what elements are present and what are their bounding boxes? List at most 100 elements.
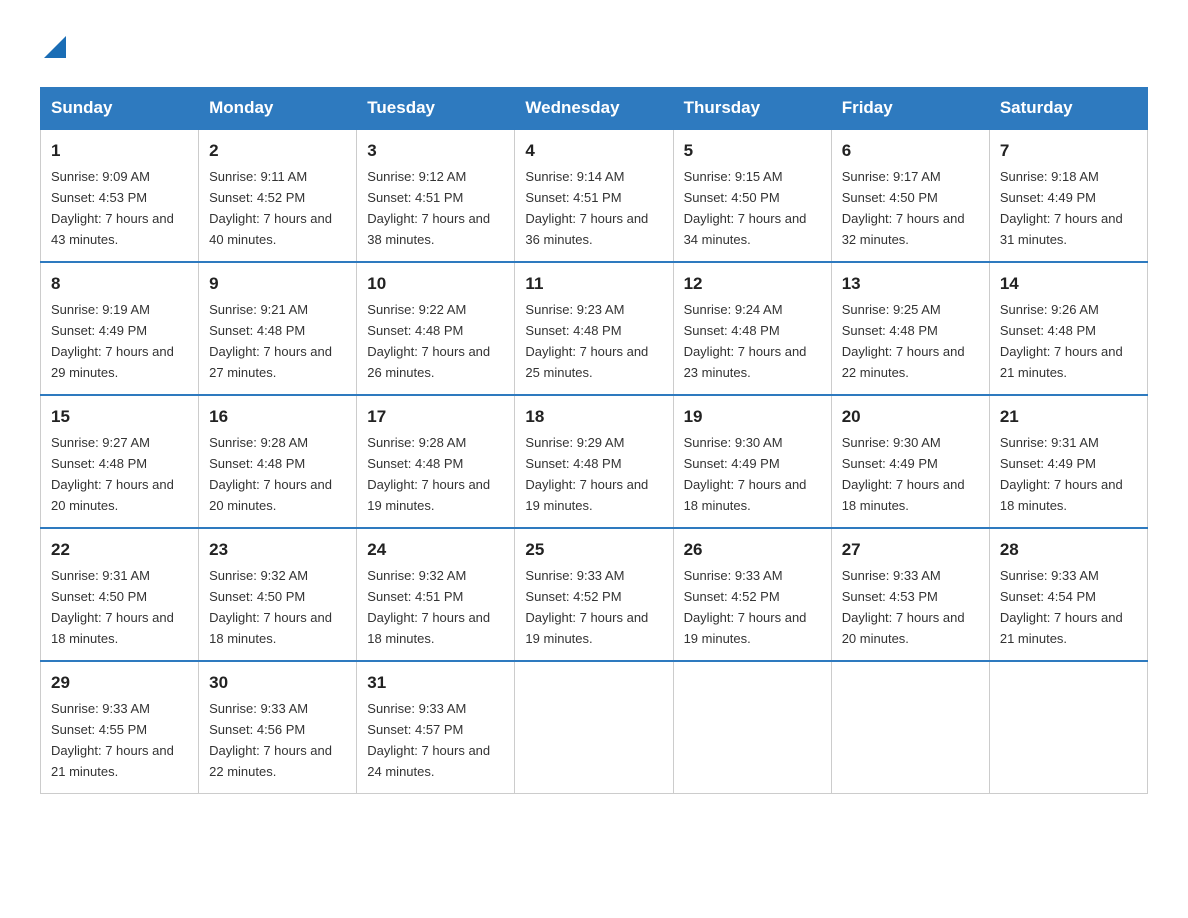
calendar-cell: 12 Sunrise: 9:24 AM Sunset: 4:48 PM Dayl…: [673, 262, 831, 395]
calendar-cell: 11 Sunrise: 9:23 AM Sunset: 4:48 PM Dayl…: [515, 262, 673, 395]
week-row-4: 22 Sunrise: 9:31 AM Sunset: 4:50 PM Dayl…: [41, 528, 1148, 661]
day-number: 25: [525, 537, 662, 563]
day-number: 20: [842, 404, 979, 430]
day-number: 29: [51, 670, 188, 696]
day-info: Sunrise: 9:31 AM Sunset: 4:50 PM Dayligh…: [51, 568, 174, 646]
weekday-header-thursday: Thursday: [673, 87, 831, 129]
day-info: Sunrise: 9:15 AM Sunset: 4:50 PM Dayligh…: [684, 169, 807, 247]
day-number: 3: [367, 138, 504, 164]
day-info: Sunrise: 9:31 AM Sunset: 4:49 PM Dayligh…: [1000, 435, 1123, 513]
day-info: Sunrise: 9:28 AM Sunset: 4:48 PM Dayligh…: [209, 435, 332, 513]
day-number: 2: [209, 138, 346, 164]
day-info: Sunrise: 9:30 AM Sunset: 4:49 PM Dayligh…: [842, 435, 965, 513]
day-info: Sunrise: 9:33 AM Sunset: 4:54 PM Dayligh…: [1000, 568, 1123, 646]
day-info: Sunrise: 9:33 AM Sunset: 4:53 PM Dayligh…: [842, 568, 965, 646]
calendar-cell: 21 Sunrise: 9:31 AM Sunset: 4:49 PM Dayl…: [989, 395, 1147, 528]
day-number: 26: [684, 537, 821, 563]
day-number: 31: [367, 670, 504, 696]
calendar-cell: [831, 661, 989, 794]
calendar-cell: 19 Sunrise: 9:30 AM Sunset: 4:49 PM Dayl…: [673, 395, 831, 528]
calendar-cell: 3 Sunrise: 9:12 AM Sunset: 4:51 PM Dayli…: [357, 129, 515, 262]
weekday-header-saturday: Saturday: [989, 87, 1147, 129]
calendar-cell: [673, 661, 831, 794]
day-number: 8: [51, 271, 188, 297]
calendar-cell: 13 Sunrise: 9:25 AM Sunset: 4:48 PM Dayl…: [831, 262, 989, 395]
calendar-cell: [989, 661, 1147, 794]
day-number: 28: [1000, 537, 1137, 563]
day-info: Sunrise: 9:21 AM Sunset: 4:48 PM Dayligh…: [209, 302, 332, 380]
day-info: Sunrise: 9:32 AM Sunset: 4:50 PM Dayligh…: [209, 568, 332, 646]
day-info: Sunrise: 9:19 AM Sunset: 4:49 PM Dayligh…: [51, 302, 174, 380]
calendar-cell: 30 Sunrise: 9:33 AM Sunset: 4:56 PM Dayl…: [199, 661, 357, 794]
weekday-header-sunday: Sunday: [41, 87, 199, 129]
day-number: 17: [367, 404, 504, 430]
day-number: 4: [525, 138, 662, 164]
day-info: Sunrise: 9:33 AM Sunset: 4:52 PM Dayligh…: [525, 568, 648, 646]
calendar-cell: [515, 661, 673, 794]
week-row-3: 15 Sunrise: 9:27 AM Sunset: 4:48 PM Dayl…: [41, 395, 1148, 528]
day-info: Sunrise: 9:14 AM Sunset: 4:51 PM Dayligh…: [525, 169, 648, 247]
calendar-cell: 17 Sunrise: 9:28 AM Sunset: 4:48 PM Dayl…: [357, 395, 515, 528]
day-info: Sunrise: 9:25 AM Sunset: 4:48 PM Dayligh…: [842, 302, 965, 380]
logo-triangle-icon: [44, 36, 66, 58]
calendar-cell: 1 Sunrise: 9:09 AM Sunset: 4:53 PM Dayli…: [41, 129, 199, 262]
week-row-2: 8 Sunrise: 9:19 AM Sunset: 4:49 PM Dayli…: [41, 262, 1148, 395]
calendar-table: SundayMondayTuesdayWednesdayThursdayFrid…: [40, 87, 1148, 794]
day-number: 23: [209, 537, 346, 563]
day-number: 27: [842, 537, 979, 563]
day-info: Sunrise: 9:22 AM Sunset: 4:48 PM Dayligh…: [367, 302, 490, 380]
week-row-1: 1 Sunrise: 9:09 AM Sunset: 4:53 PM Dayli…: [41, 129, 1148, 262]
day-info: Sunrise: 9:18 AM Sunset: 4:49 PM Dayligh…: [1000, 169, 1123, 247]
calendar-cell: 28 Sunrise: 9:33 AM Sunset: 4:54 PM Dayl…: [989, 528, 1147, 661]
weekday-header-wednesday: Wednesday: [515, 87, 673, 129]
day-number: 21: [1000, 404, 1137, 430]
calendar-cell: 7 Sunrise: 9:18 AM Sunset: 4:49 PM Dayli…: [989, 129, 1147, 262]
day-number: 9: [209, 271, 346, 297]
day-number: 24: [367, 537, 504, 563]
day-info: Sunrise: 9:33 AM Sunset: 4:57 PM Dayligh…: [367, 701, 490, 779]
day-number: 18: [525, 404, 662, 430]
day-info: Sunrise: 9:17 AM Sunset: 4:50 PM Dayligh…: [842, 169, 965, 247]
page-header: [40, 30, 1148, 63]
calendar-cell: 14 Sunrise: 9:26 AM Sunset: 4:48 PM Dayl…: [989, 262, 1147, 395]
weekday-header-row: SundayMondayTuesdayWednesdayThursdayFrid…: [41, 87, 1148, 129]
day-info: Sunrise: 9:27 AM Sunset: 4:48 PM Dayligh…: [51, 435, 174, 513]
week-row-5: 29 Sunrise: 9:33 AM Sunset: 4:55 PM Dayl…: [41, 661, 1148, 794]
calendar-cell: 22 Sunrise: 9:31 AM Sunset: 4:50 PM Dayl…: [41, 528, 199, 661]
calendar-cell: 15 Sunrise: 9:27 AM Sunset: 4:48 PM Dayl…: [41, 395, 199, 528]
day-info: Sunrise: 9:30 AM Sunset: 4:49 PM Dayligh…: [684, 435, 807, 513]
calendar-cell: 4 Sunrise: 9:14 AM Sunset: 4:51 PM Dayli…: [515, 129, 673, 262]
day-info: Sunrise: 9:29 AM Sunset: 4:48 PM Dayligh…: [525, 435, 648, 513]
calendar-cell: 31 Sunrise: 9:33 AM Sunset: 4:57 PM Dayl…: [357, 661, 515, 794]
weekday-header-monday: Monday: [199, 87, 357, 129]
day-number: 30: [209, 670, 346, 696]
day-info: Sunrise: 9:12 AM Sunset: 4:51 PM Dayligh…: [367, 169, 490, 247]
day-info: Sunrise: 9:26 AM Sunset: 4:48 PM Dayligh…: [1000, 302, 1123, 380]
weekday-header-friday: Friday: [831, 87, 989, 129]
day-info: Sunrise: 9:33 AM Sunset: 4:55 PM Dayligh…: [51, 701, 174, 779]
calendar-cell: 27 Sunrise: 9:33 AM Sunset: 4:53 PM Dayl…: [831, 528, 989, 661]
calendar-cell: 29 Sunrise: 9:33 AM Sunset: 4:55 PM Dayl…: [41, 661, 199, 794]
calendar-cell: 16 Sunrise: 9:28 AM Sunset: 4:48 PM Dayl…: [199, 395, 357, 528]
day-number: 1: [51, 138, 188, 164]
day-number: 6: [842, 138, 979, 164]
day-number: 19: [684, 404, 821, 430]
calendar-cell: 6 Sunrise: 9:17 AM Sunset: 4:50 PM Dayli…: [831, 129, 989, 262]
day-number: 12: [684, 271, 821, 297]
day-info: Sunrise: 9:32 AM Sunset: 4:51 PM Dayligh…: [367, 568, 490, 646]
day-number: 14: [1000, 271, 1137, 297]
logo: [40, 30, 66, 63]
calendar-cell: 18 Sunrise: 9:29 AM Sunset: 4:48 PM Dayl…: [515, 395, 673, 528]
day-number: 22: [51, 537, 188, 563]
day-info: Sunrise: 9:09 AM Sunset: 4:53 PM Dayligh…: [51, 169, 174, 247]
calendar-cell: 8 Sunrise: 9:19 AM Sunset: 4:49 PM Dayli…: [41, 262, 199, 395]
day-info: Sunrise: 9:28 AM Sunset: 4:48 PM Dayligh…: [367, 435, 490, 513]
day-number: 16: [209, 404, 346, 430]
day-info: Sunrise: 9:33 AM Sunset: 4:52 PM Dayligh…: [684, 568, 807, 646]
calendar-cell: 2 Sunrise: 9:11 AM Sunset: 4:52 PM Dayli…: [199, 129, 357, 262]
day-info: Sunrise: 9:23 AM Sunset: 4:48 PM Dayligh…: [525, 302, 648, 380]
calendar-cell: 5 Sunrise: 9:15 AM Sunset: 4:50 PM Dayli…: [673, 129, 831, 262]
calendar-cell: 9 Sunrise: 9:21 AM Sunset: 4:48 PM Dayli…: [199, 262, 357, 395]
calendar-cell: 26 Sunrise: 9:33 AM Sunset: 4:52 PM Dayl…: [673, 528, 831, 661]
day-number: 11: [525, 271, 662, 297]
